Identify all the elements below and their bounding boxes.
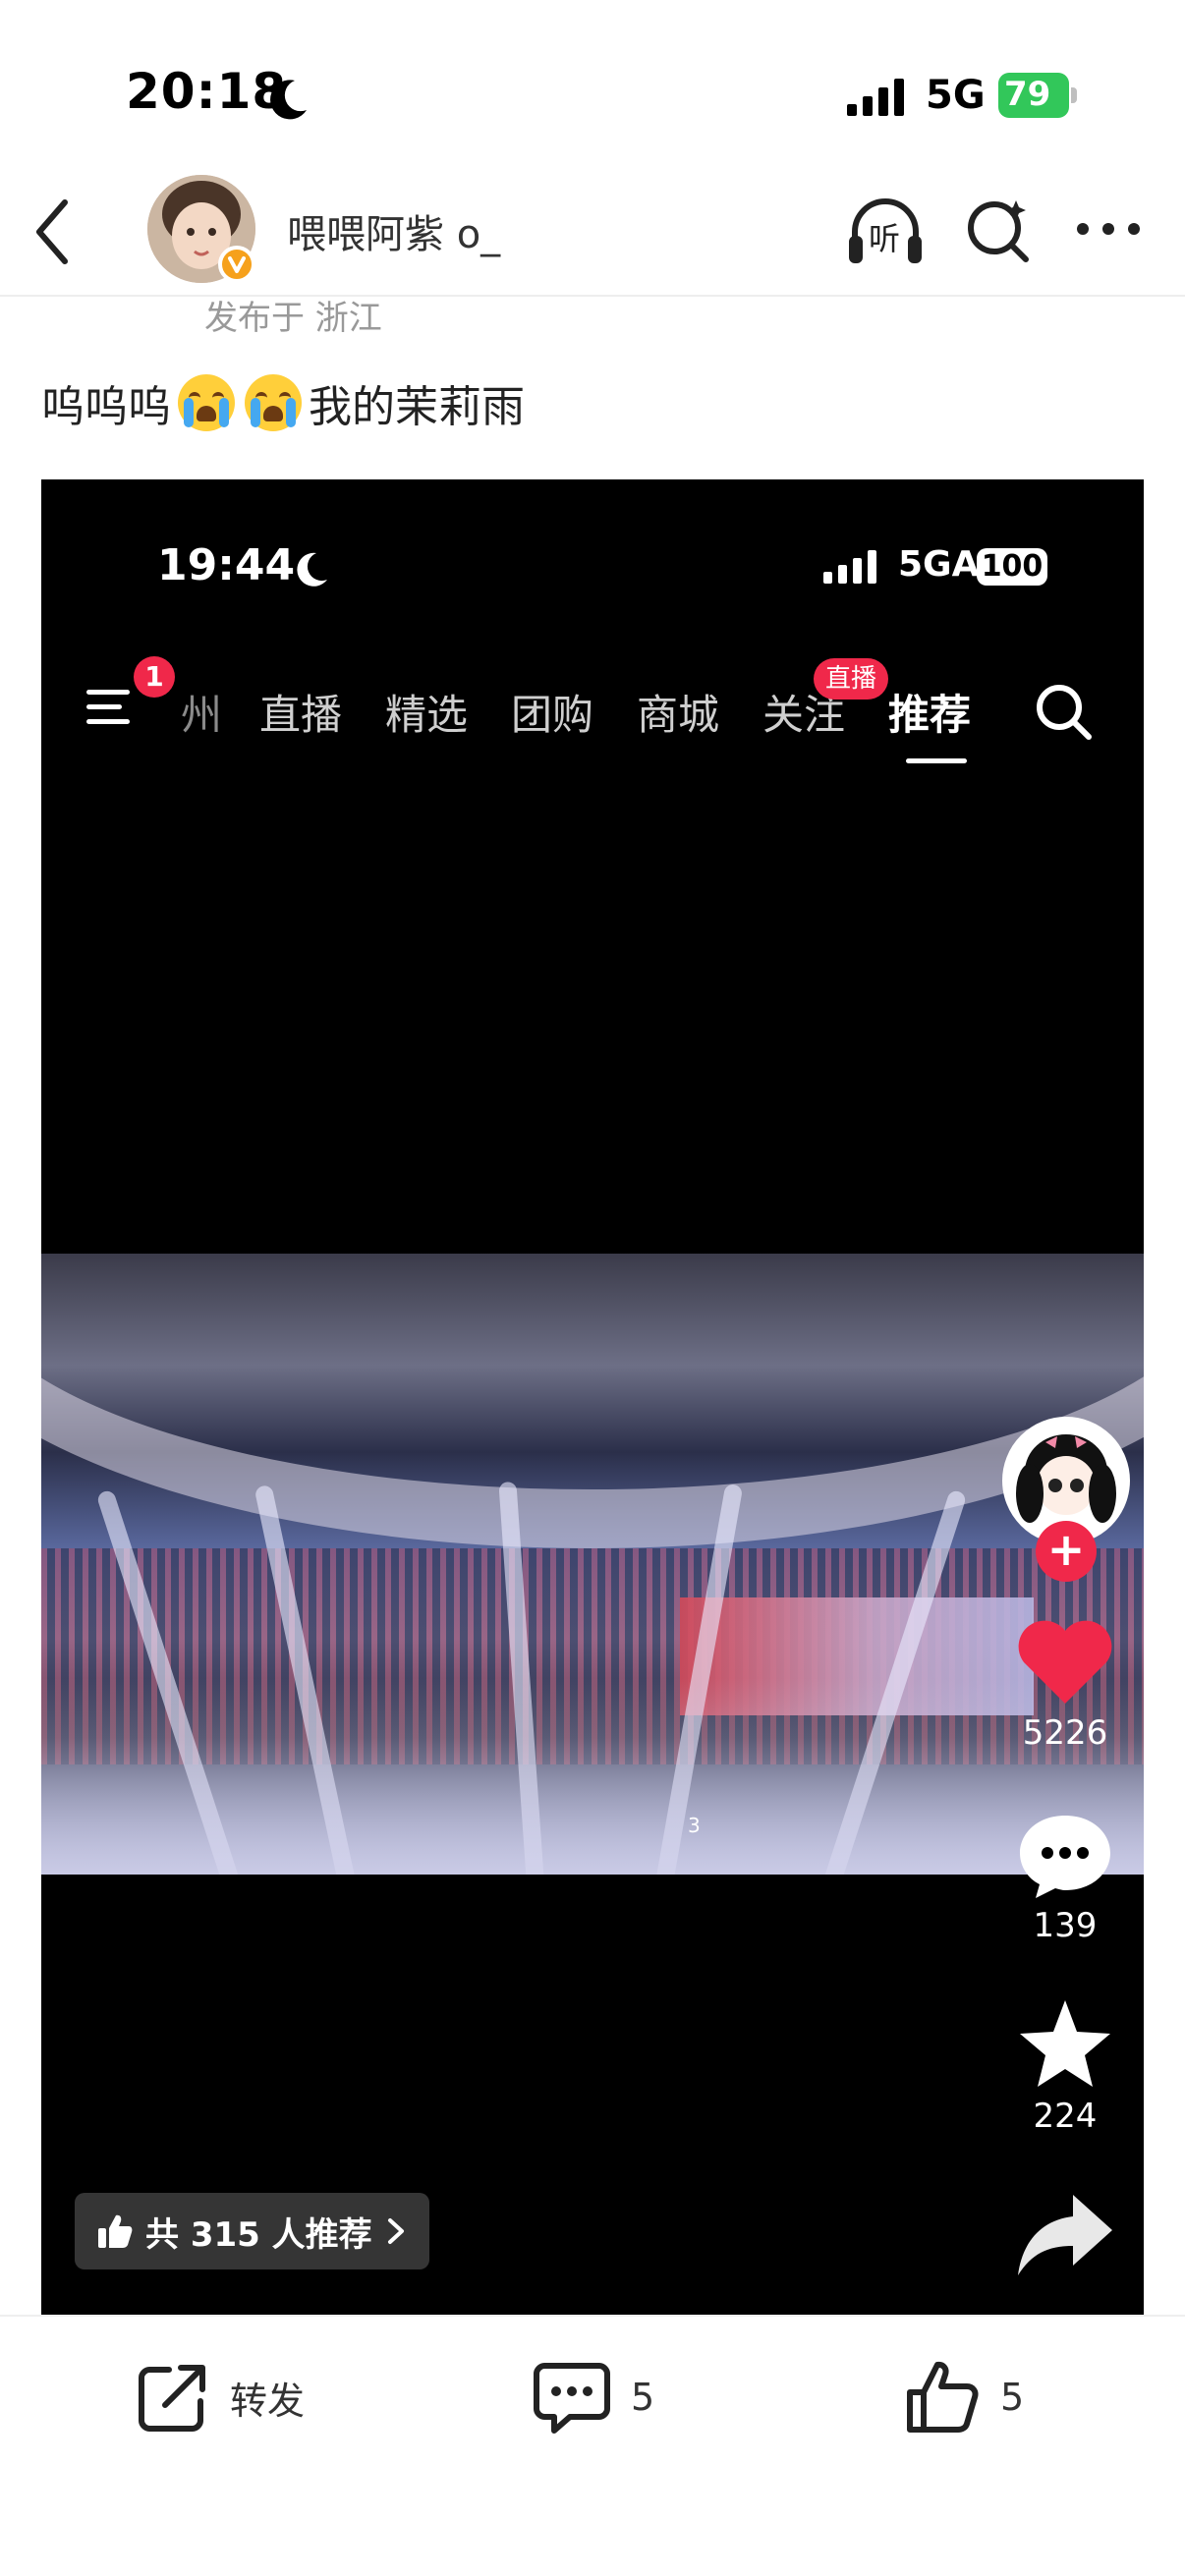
repost-icon [139,2365,205,2432]
notification-badge: 1 [134,656,175,698]
embedded-status-time: 19:44 [157,540,296,590]
embedded-screenshot[interactable]: 19:44 5GA 100 1 州 直播 精选 团购 商城 关注 推荐 直播 3… [41,479,1144,2317]
share-icon[interactable] [1014,2191,1116,2281]
tab-mall[interactable]: 商城 [637,682,762,742]
crying-face-icon [178,374,235,431]
back-icon[interactable] [28,193,77,271]
username[interactable]: 喂喂阿紫 o_ [287,202,500,259]
listen-button[interactable]: 听 [845,193,926,271]
repost-label: 转发 [230,2379,306,2423]
comment-button[interactable]: 5 [533,2358,654,2436]
more-icon[interactable] [1073,212,1144,246]
tab-featured[interactable]: 精选 [385,682,511,742]
favorite-count: 224 [1033,2097,1098,2136]
repost-button[interactable]: 转发 [136,2358,305,2436]
post-text-start: 呜呜呜 [41,382,171,432]
comment-count-label: 5 [631,2376,655,2419]
battery-indicator: 79 [998,73,1077,118]
header-divider [0,295,1185,297]
thumbs-up-icon [907,2361,979,2433]
thumbs-up-icon [98,2214,133,2248]
like-count: 5226 [1022,1713,1108,1753]
battery-level: 79 [1004,75,1051,114]
top-tabs: 州 直播 精选 团购 商城 关注 推荐 [181,682,1014,742]
comment-icon [534,2363,610,2434]
post-text: 呜呜呜 我的茉莉雨 [41,371,525,434]
embedded-battery-level: 100 [977,548,1047,586]
crying-face-icon [245,374,302,431]
cellular-signal-icon [823,550,876,584]
search-icon[interactable] [1034,682,1093,741]
stage-smoke [41,1678,1144,1875]
moon-icon [270,80,307,120]
post-text-end: 我的茉莉雨 [309,382,525,432]
recommend-label: 共 315 人推荐 [145,2214,372,2255]
bottom-action-bar [0,2315,1185,2576]
moon-icon [297,552,327,587]
status-time: 20:18 [126,63,288,120]
video-watermark: 3 [688,1814,701,1837]
heart-icon[interactable] [1014,1617,1116,1708]
live-badge: 直播 [814,658,889,700]
stadium-roof [41,1254,1144,1548]
search-icon[interactable] [963,195,1034,265]
verified-badge-icon [218,246,255,283]
star-icon[interactable] [1014,1998,1116,2089]
post-location: 发布于 浙江 [204,299,382,338]
network-type: 5G [926,73,986,118]
tab-recommended[interactable]: 推荐 [888,682,1014,742]
video-frame[interactable]: 3 [41,1254,1144,1875]
tab-region[interactable]: 州 [181,682,259,742]
cellular-signal-icon [847,79,904,116]
tab-group-buy[interactable]: 团购 [511,682,637,742]
like-button[interactable]: 5 [904,2358,1024,2436]
listen-label: 听 [869,220,901,257]
embedded-network-type: 5GA [898,544,980,585]
active-tab-indicator [906,758,967,763]
comment-count: 139 [1033,1906,1098,1945]
tab-live[interactable]: 直播 [259,682,385,742]
follow-button[interactable]: + [1036,1521,1097,1582]
comment-icon[interactable] [1014,1810,1116,1900]
like-count-label: 5 [1000,2376,1025,2419]
menu-icon[interactable] [86,686,138,729]
recommend-chip[interactable]: 共 315 人推荐 [75,2193,429,2269]
chevron-right-icon [387,2218,404,2244]
